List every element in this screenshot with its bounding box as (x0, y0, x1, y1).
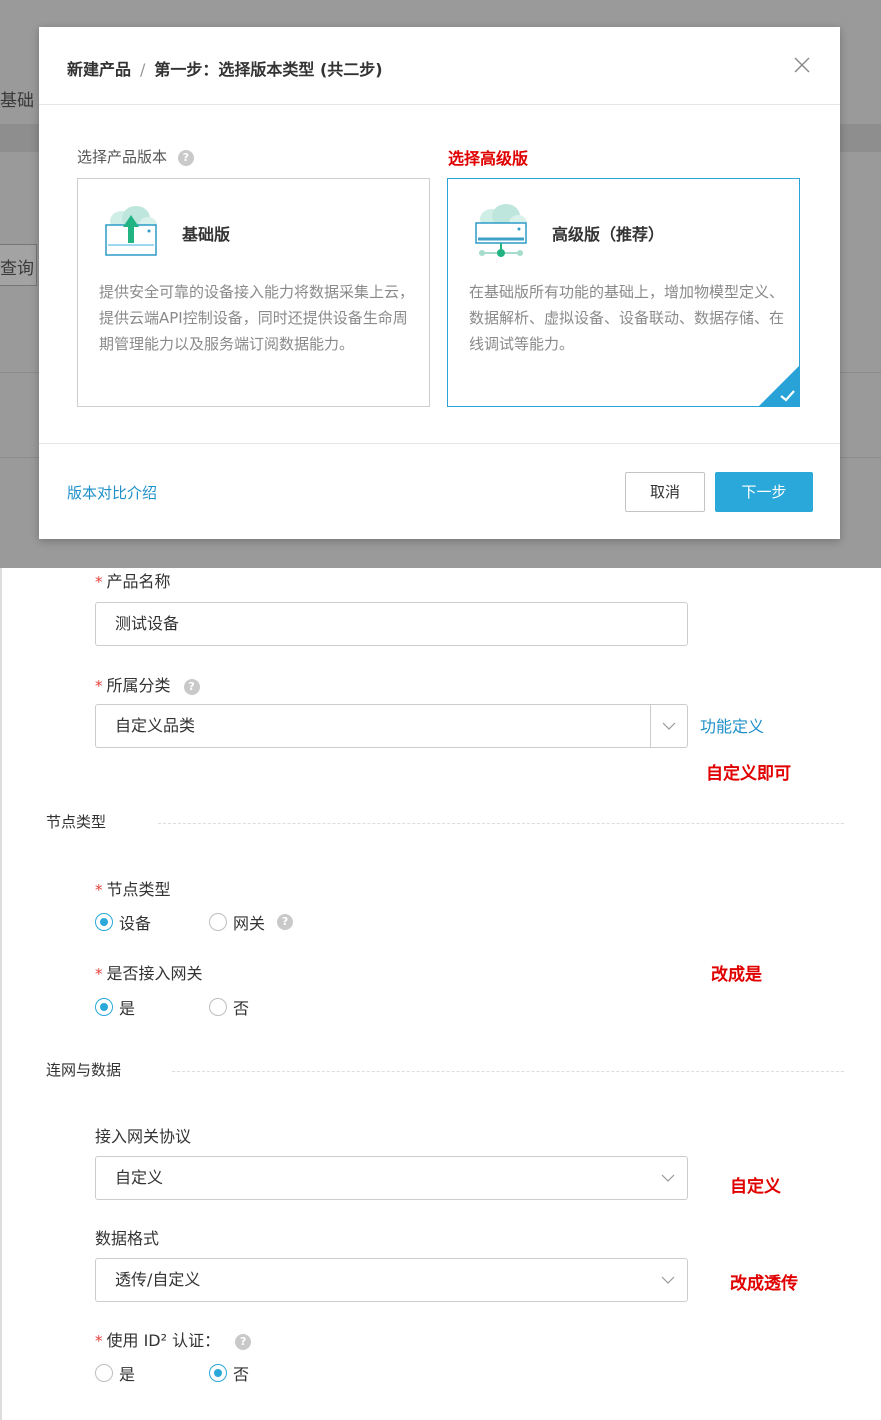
category-label: * 所属分类 ? (95, 672, 200, 696)
category-label-text: 所属分类 (106, 676, 171, 695)
required-mark: * (95, 965, 103, 983)
function-definition-link[interactable]: 功能定义 (700, 713, 764, 737)
next-step-button[interactable]: 下一步 (715, 472, 813, 512)
radio-label: 否 (233, 1365, 250, 1384)
new-product-dialog: 新建产品 / 第一步：选择版本类型 (共二步) 选择产品版本 ? 选择高级版 基… (39, 27, 840, 539)
chevron-down-icon (661, 1174, 675, 1182)
radio-unchecked (209, 998, 227, 1016)
cancel-button[interactable]: 取消 (625, 472, 705, 512)
required-mark: * (95, 881, 103, 899)
background-tab-fragment: 基础 (0, 91, 34, 111)
annotation-change-to-passthrough: 改成透传 (730, 1274, 798, 1294)
required-mark: * (95, 573, 103, 591)
radio-label: 否 (233, 999, 250, 1018)
category-select-toggle[interactable] (650, 705, 687, 747)
product-name-label: * 产品名称 (95, 568, 171, 592)
advanced-version-card[interactable]: 高级版（推荐） 在基础版所有功能的基础上，增加物模型定义、数据解析、虚拟设备、设… (447, 178, 800, 407)
advanced-version-description: 在基础版所有功能的基础上，增加物模型定义、数据解析、虚拟设备、设备联动、数据存储… (469, 283, 785, 353)
product-name-input[interactable]: 测试设备 (95, 602, 688, 646)
radio-checked (95, 998, 113, 1016)
gateway-access-label-text: 是否接入网关 (106, 964, 203, 983)
node-group-title: 节点类型 (46, 813, 107, 831)
gateway-access-label: * 是否接入网关 (95, 960, 203, 984)
id2-auth-label: * 使用 ID² 认证： ? (95, 1327, 252, 1351)
required-mark: * (95, 677, 103, 695)
annotation-change-to-yes: 改成是 (711, 965, 762, 985)
help-icon[interactable]: ? (177, 149, 194, 166)
chevron-down-icon (661, 1276, 675, 1284)
radio-label: 设备 (119, 914, 152, 933)
dialog-header: 新建产品 / 第一步：选择版本类型 (共二步) (39, 27, 840, 105)
id2-auth-yes-radio[interactable]: 是 (95, 1361, 135, 1385)
version-compare-link[interactable]: 版本对比介绍 (67, 482, 157, 503)
gateway-access-no-radio[interactable]: 否 (209, 995, 249, 1019)
gateway-access-yes-radio[interactable]: 是 (95, 995, 135, 1019)
version-section-label-text: 选择产品版本 (77, 148, 168, 166)
node-type-gateway-radio[interactable]: 网关 ? (209, 910, 294, 934)
help-icon[interactable]: ? (235, 1333, 252, 1350)
annotation-choose-advanced: 选择高级版 (448, 149, 529, 168)
id2-auth-no-radio[interactable]: 否 (209, 1361, 249, 1385)
radio-label: 网关 (233, 914, 266, 933)
category-select-value: 自定义品类 (115, 716, 196, 735)
chevron-down-icon (662, 722, 676, 730)
data-format-value: 透传/自定义 (115, 1270, 201, 1289)
cloud-network-icon (475, 204, 527, 257)
category-select[interactable]: 自定义品类 (95, 704, 688, 748)
annotation-custom: 自定义 (730, 1177, 781, 1197)
radio-label: 是 (119, 999, 136, 1018)
advanced-version-title: 高级版（推荐） (552, 225, 665, 244)
node-type-label: * 节点类型 (95, 876, 171, 900)
radio-unchecked (95, 1364, 113, 1382)
product-name-label-text: 产品名称 (106, 572, 171, 591)
group-divider (172, 1071, 844, 1072)
annotation-custom-ok: 自定义即可 (706, 764, 791, 784)
node-type-device-radio[interactable]: 设备 (95, 910, 151, 934)
breadcrumb-separator: / (140, 60, 146, 79)
basic-version-description: 提供安全可靠的设备接入能力将数据采集上云，提供云端API控制设备，同时还提供设备… (99, 283, 415, 353)
background-query-fragment: 查询 (0, 259, 34, 279)
help-icon[interactable]: ? (183, 678, 200, 695)
basic-version-title: 基础版 (182, 225, 231, 244)
group-divider (158, 823, 844, 824)
close-icon[interactable] (792, 55, 812, 75)
gateway-protocol-label: 接入网关协议 (95, 1127, 192, 1146)
data-format-label: 数据格式 (95, 1229, 160, 1248)
id2-auth-label-text: 使用 ID² 认证： (106, 1331, 221, 1350)
cloud-upload-icon (105, 206, 157, 256)
dialog-title: 新建产品 / 第一步：选择版本类型 (共二步) (67, 56, 383, 80)
data-format-select[interactable]: 透传/自定义 (95, 1258, 688, 1302)
network-group-title: 连网与数据 (46, 1061, 122, 1079)
dialog-title-product: 新建产品 (67, 60, 132, 79)
radio-label: 是 (119, 1365, 136, 1384)
version-section-label: 选择产品版本 ? (77, 146, 194, 167)
radio-checked (209, 1364, 227, 1382)
dialog-title-step: 第一步：选择版本类型 (共二步) (154, 60, 383, 79)
required-mark: * (95, 1332, 103, 1350)
basic-version-card[interactable]: 基础版 提供安全可靠的设备接入能力将数据采集上云，提供云端API控制设备，同时还… (77, 178, 430, 407)
radio-unchecked (209, 913, 227, 931)
page-left-border (0, 568, 2, 1420)
selected-check-icon (759, 366, 799, 406)
help-icon[interactable]: ? (277, 914, 294, 930)
radio-checked (95, 913, 113, 931)
gateway-protocol-select[interactable]: 自定义 (95, 1156, 688, 1200)
dialog-footer: 版本对比介绍 取消 下一步 (39, 443, 840, 540)
gateway-protocol-value: 自定义 (115, 1168, 164, 1187)
node-type-label-text: 节点类型 (106, 880, 171, 899)
modal-overlay: 基础 查询 新建产品 / 第一步：选择版本类型 (共二步) 选择产品版本 ? 选择高… (0, 0, 881, 568)
